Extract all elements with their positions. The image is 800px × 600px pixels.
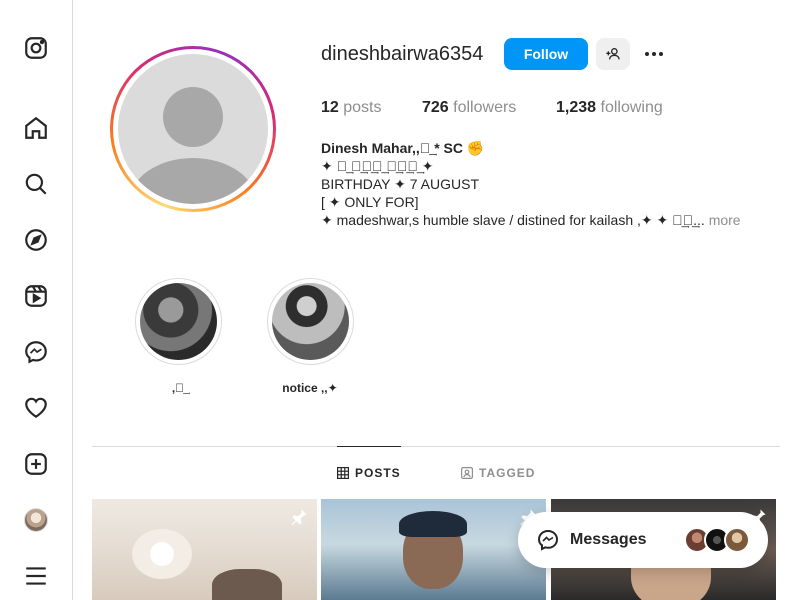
followers-count-value: 726 [422,99,449,116]
instagram-logo-icon[interactable] [22,34,50,62]
highlight-cover-ring [134,278,222,365]
following-count-label: following [600,99,663,116]
story-highlight[interactable]: ,ꪜ͢ [134,278,222,395]
posts-count-value: 12 [321,99,339,116]
bio-line: [ ✦ ONLY FOR] [321,194,419,210]
home-icon[interactable] [22,114,50,142]
more-options-icon[interactable] [640,40,668,68]
bio-line: ✦ ꪜ͢ ꪜ͢ꪜ͢ꪜ͢ ꪜ͢ꪜ͢ꪜ͢ ✦ [321,158,434,174]
profile-bio: Dinesh Mahar,,ꪜ͢ * SC ✊ ✦ ꪜ͢ ꪜ͢ꪜ͢ꪜ͢ ꪜ͢ꪜ͢… [321,139,761,229]
post-image-detail [212,569,282,600]
messenger-icon[interactable] [22,338,50,366]
highlight-label: notice ,,✦ [282,381,338,395]
post-thumbnail[interactable] [321,499,546,600]
highlight-label: ,ꪜ͢ [171,381,185,395]
search-icon[interactable] [22,170,50,198]
messages-label: Messages [570,531,647,548]
followers-count-label: followers [453,99,517,116]
tab-posts[interactable]: POSTS [337,446,401,499]
add-person-icon [606,48,620,60]
profile-avatar[interactable] [22,506,50,534]
tagged-icon [461,466,473,479]
tabs-divider [92,446,780,447]
post-thumbnail[interactable] [92,499,317,600]
bio-line: BIRTHDAY ✦ 7 AUGUST [321,176,479,192]
suggested-users-button[interactable] [596,38,630,70]
tab-posts-label: POSTS [355,466,401,480]
post-image-detail [132,529,192,579]
sidebar-nav [0,0,73,600]
tab-tagged[interactable]: TAGGED [461,446,535,499]
highlight-cover-ring [266,278,354,365]
heart-icon[interactable] [22,394,50,422]
highlight-cover-image [271,283,349,360]
profile-picture[interactable] [110,46,276,212]
create-icon[interactable] [22,450,50,478]
posts-count: 12 posts [321,99,382,117]
posts-count-label: posts [343,99,382,116]
menu-icon[interactable] [22,562,50,590]
avatar [724,527,750,553]
profile-full-name: Dinesh Mahar,,ꪜ͢ * SC ✊ [321,140,485,156]
follow-button[interactable]: Follow [504,38,588,70]
following-count-value: 1,238 [556,99,597,116]
messages-avatars [684,527,750,553]
grid-icon [337,467,349,479]
highlight-cover-image [139,283,217,360]
post-image-detail [399,511,467,537]
reels-icon[interactable] [22,282,50,310]
pinned-icon [291,509,307,526]
messages-panel-button[interactable]: Messages [518,512,768,568]
profile-username: dineshbairwa6354 [321,43,484,65]
bio-more-link[interactable]: more [709,212,741,228]
story-highlight[interactable]: notice ,,✦ [266,278,354,395]
following-count[interactable]: 1,238 following [556,99,663,117]
tab-tagged-label: TAGGED [479,465,536,480]
messenger-icon [537,529,559,551]
explore-icon[interactable] [22,226,50,254]
bio-line-text: ✦ madeshwar,s humble slave / distined fo… [321,212,705,228]
bio-line-last: ✦ madeshwar,s humble slave / distined fo… [321,211,761,229]
followers-count[interactable]: 726 followers [422,99,516,117]
